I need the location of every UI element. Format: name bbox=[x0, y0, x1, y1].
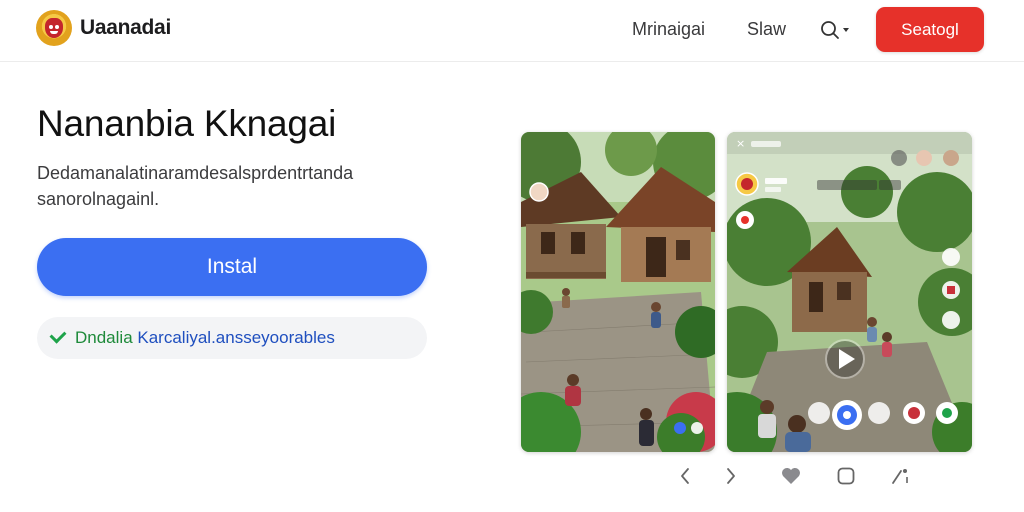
page-title: Nananbia Kknagai bbox=[37, 103, 337, 144]
search-icon bbox=[821, 21, 839, 39]
verified-text: Dndalia Karcaliyal.ansseyoorables bbox=[75, 328, 335, 347]
chat-bubble-icon[interactable] bbox=[834, 464, 858, 488]
svg-text:×: × bbox=[736, 137, 745, 150]
app-description: Dedamanalatinaramdesalsprdentrtanda sano… bbox=[37, 160, 437, 212]
check-icon bbox=[49, 326, 67, 344]
chevron-right-icon[interactable] bbox=[720, 464, 742, 488]
install-button[interactable]: Instal bbox=[37, 238, 427, 296]
chevron-left-icon[interactable] bbox=[674, 464, 696, 488]
app-logo-icon[interactable] bbox=[36, 10, 72, 46]
nav-item-2[interactable]: Slaw bbox=[747, 19, 786, 40]
village-courtyard-screenshot[interactable] bbox=[521, 132, 715, 452]
brand-name[interactable]: Uaanadai bbox=[80, 16, 171, 40]
top-navigation-bar: Uaanadai Mrinaigai Slaw Seatogl bbox=[0, 0, 1024, 62]
header-cta-button[interactable]: Seatogl bbox=[876, 7, 984, 52]
description-line-2: sanorolnagainl. bbox=[37, 189, 160, 209]
search-button[interactable] bbox=[820, 18, 856, 42]
nav-item-1[interactable]: Mrinaigai bbox=[632, 19, 705, 40]
share-icon[interactable] bbox=[888, 464, 916, 488]
heart-icon[interactable] bbox=[778, 464, 804, 488]
verified-badge: Dndalia Karcaliyal.ansseyoorables bbox=[37, 317, 427, 359]
description-line-1: Dedamanalatinaramdesalsprdentrtanda bbox=[37, 163, 354, 183]
video-player-screenshot[interactable]: × bbox=[727, 132, 972, 452]
chevron-down-icon bbox=[843, 28, 849, 32]
